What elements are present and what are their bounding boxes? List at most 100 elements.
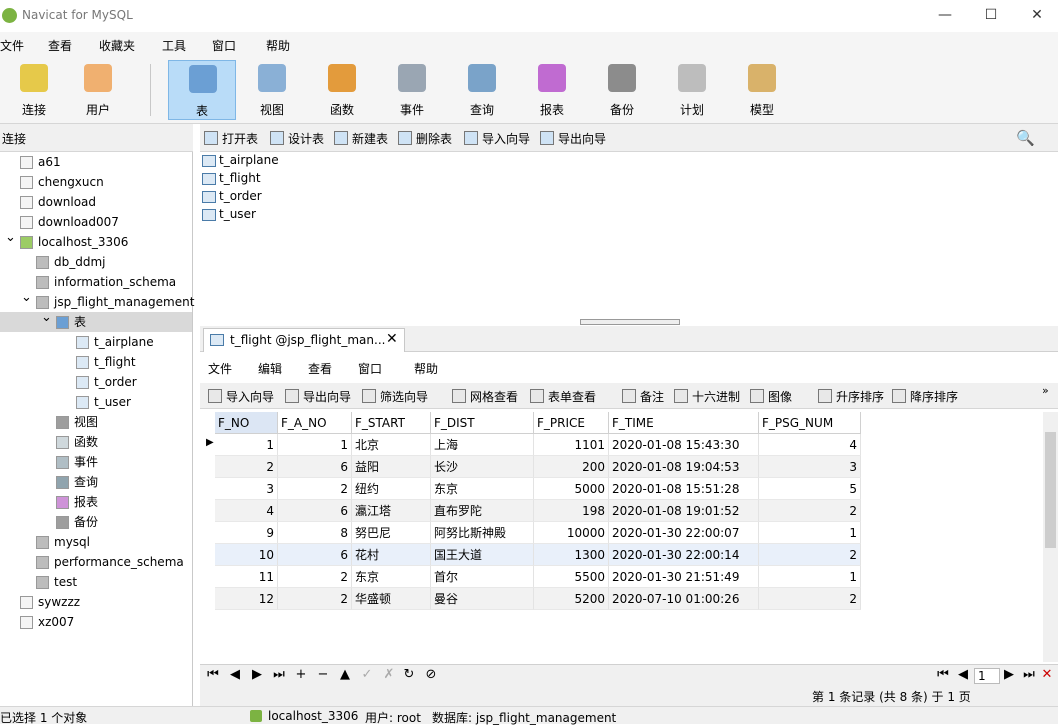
tree-item[interactable]: mysql bbox=[0, 532, 192, 552]
table-cell[interactable]: 1 bbox=[759, 522, 861, 544]
table-row[interactable]: 1 1 北京 上海 1101 2020-01-08 15:43:30 4 bbox=[203, 434, 861, 456]
toolbar-view-button[interactable]: 视图 bbox=[238, 60, 306, 120]
table-cell[interactable]: 5 bbox=[759, 478, 861, 500]
column-header[interactable]: F_PRICE bbox=[534, 412, 609, 434]
toolbar-model-button[interactable]: 模型 bbox=[728, 60, 796, 120]
table-cell[interactable]: 2 bbox=[759, 544, 861, 566]
chevron-down-icon[interactable]: ⌄ bbox=[21, 288, 32, 308]
table-cell[interactable]: 2020-07-10 01:00:26 bbox=[609, 588, 759, 610]
toolbar-overflow-icon[interactable]: » bbox=[1042, 384, 1049, 397]
menu-file[interactable]: 文件 bbox=[0, 37, 24, 54]
table-cell[interactable]: 10 bbox=[215, 544, 278, 566]
table-cell[interactable]: 6 bbox=[278, 500, 352, 522]
tree-item[interactable]: 函数 bbox=[0, 432, 192, 452]
next-record-icon[interactable]: ▶ bbox=[248, 667, 266, 682]
column-header[interactable]: F_START bbox=[352, 412, 431, 434]
tree-item[interactable]: ⌄ jsp_flight_management bbox=[0, 290, 194, 312]
menu-tools[interactable]: 工具 bbox=[162, 37, 186, 54]
object-item[interactable]: t_airplane bbox=[200, 152, 320, 170]
tree-item[interactable]: sywzzz bbox=[0, 592, 192, 612]
tree-item[interactable]: ⌄ 表 bbox=[0, 310, 192, 332]
table-cell[interactable]: 华盛顿 bbox=[352, 588, 431, 610]
tree-item[interactable]: test bbox=[0, 572, 192, 592]
toolbar-schedule-button[interactable]: 计划 bbox=[658, 60, 726, 120]
tree-item[interactable]: t_airplane bbox=[0, 332, 192, 352]
table-cell[interactable]: 益阳 bbox=[352, 456, 431, 478]
toolbar-user-button[interactable]: 用户 bbox=[64, 60, 132, 120]
table-cell[interactable]: 5500 bbox=[534, 566, 609, 588]
table-cell[interactable]: 瀛江塔 bbox=[352, 500, 431, 522]
table-cell[interactable]: 东京 bbox=[352, 566, 431, 588]
inner-menu-item[interactable]: 查看 bbox=[308, 360, 332, 377]
table-cell[interactable]: 1 bbox=[215, 434, 278, 456]
close-window-button[interactable]: ✕ bbox=[1014, 0, 1058, 32]
table-cell[interactable]: 国王大道 bbox=[431, 544, 534, 566]
menu-help[interactable]: 帮助 bbox=[266, 37, 290, 54]
minimize-button[interactable]: — bbox=[922, 0, 968, 32]
tree-item[interactable]: a61 bbox=[0, 152, 192, 172]
table-row[interactable]: 10 6 花村 国王大道 1300 2020-01-30 22:00:14 2 bbox=[203, 544, 861, 566]
table-cell[interactable]: 曼谷 bbox=[431, 588, 534, 610]
toolbar-report-button[interactable]: 报表 bbox=[518, 60, 586, 120]
limit-icon[interactable]: ✕ bbox=[1038, 667, 1056, 682]
toolbar-backup-button[interactable]: 备份 bbox=[588, 60, 656, 120]
toolbar-table-button[interactable]: 表 bbox=[168, 60, 236, 120]
menu-favorites[interactable]: 收藏夹 bbox=[99, 37, 135, 54]
chevron-down-icon[interactable]: ⌄ bbox=[5, 228, 16, 248]
next-page-icon[interactable]: ▶ bbox=[1000, 667, 1018, 682]
table-cell[interactable]: 6 bbox=[278, 456, 352, 478]
last-page-icon[interactable]: ⏭ bbox=[1020, 667, 1038, 682]
page-number-input[interactable]: 1 bbox=[974, 668, 1000, 684]
tree-item[interactable]: 视图 bbox=[0, 412, 192, 432]
table-cell[interactable]: 北京 bbox=[352, 434, 431, 456]
toolbar-event-button[interactable]: 事件 bbox=[378, 60, 446, 120]
object-item[interactable]: t_user bbox=[200, 206, 320, 224]
tree-item[interactable]: t_order bbox=[0, 372, 192, 392]
tree-item[interactable]: chengxucn bbox=[0, 172, 192, 192]
table-cell[interactable]: 198 bbox=[534, 500, 609, 522]
inner-menu-item[interactable]: 帮助 bbox=[414, 360, 438, 377]
table-cell[interactable]: 12 bbox=[215, 588, 278, 610]
object-item[interactable]: t_order bbox=[200, 188, 320, 206]
table-cell[interactable]: 2 bbox=[278, 478, 352, 500]
tree-item[interactable]: download bbox=[0, 192, 192, 212]
table-row[interactable]: 4 6 瀛江塔 直布罗陀 198 2020-01-08 19:01:52 2 bbox=[203, 500, 861, 522]
prev-record-icon[interactable]: ◀ bbox=[226, 667, 244, 682]
table-cell[interactable]: 东京 bbox=[431, 478, 534, 500]
table-cell[interactable]: 2020-01-30 22:00:07 bbox=[609, 522, 759, 544]
table-cell[interactable]: 9 bbox=[215, 522, 278, 544]
table-cell[interactable]: 首尔 bbox=[431, 566, 534, 588]
delete-record-icon[interactable]: − bbox=[314, 667, 332, 682]
table-cell[interactable]: 2020-01-08 19:01:52 bbox=[609, 500, 759, 522]
menu-view[interactable]: 查看 bbox=[48, 37, 72, 54]
tree-item[interactable]: t_user bbox=[0, 392, 192, 412]
table-cell[interactable]: 1101 bbox=[534, 434, 609, 456]
table-cell[interactable]: 1 bbox=[278, 434, 352, 456]
tab-close-icon[interactable]: ✕ bbox=[386, 331, 398, 347]
tree-item[interactable]: 备份 bbox=[0, 512, 192, 532]
table-cell[interactable]: 5200 bbox=[534, 588, 609, 610]
toolbar-function-button[interactable]: 函数 bbox=[308, 60, 376, 120]
first-page-icon[interactable]: ⏮ bbox=[934, 667, 952, 682]
column-header[interactable]: F_TIME bbox=[609, 412, 759, 434]
table-row[interactable]: 2 6 益阳 长沙 200 2020-01-08 19:04:53 3 bbox=[203, 456, 861, 478]
inner-menu-item[interactable]: 窗口 bbox=[358, 360, 382, 377]
table-cell[interactable]: 2 bbox=[278, 566, 352, 588]
pane-splitter[interactable] bbox=[580, 319, 680, 325]
add-record-icon[interactable]: + bbox=[292, 667, 310, 682]
cancel-icon[interactable]: ✗ bbox=[380, 667, 398, 682]
column-header[interactable]: F_DIST bbox=[431, 412, 534, 434]
table-cell[interactable]: 11 bbox=[215, 566, 278, 588]
table-cell[interactable]: 2020-01-30 22:00:14 bbox=[609, 544, 759, 566]
last-record-icon[interactable]: ⏭ bbox=[270, 667, 288, 682]
table-cell[interactable]: 2 bbox=[759, 588, 861, 610]
maximize-button[interactable]: ☐ bbox=[968, 0, 1014, 32]
inner-menu-item[interactable]: 编辑 bbox=[258, 360, 282, 377]
table-cell[interactable]: 上海 bbox=[431, 434, 534, 456]
table-cell[interactable]: 3 bbox=[215, 478, 278, 500]
table-cell[interactable]: 2 bbox=[759, 500, 861, 522]
toolbar-query-button[interactable]: 查询 bbox=[448, 60, 516, 120]
tree-item[interactable]: xz007 bbox=[0, 612, 192, 632]
table-cell[interactable]: 3 bbox=[759, 456, 861, 478]
table-row[interactable]: 9 8 努巴尼 阿努比斯神殿 10000 2020-01-30 22:00:07 1 bbox=[203, 522, 861, 544]
